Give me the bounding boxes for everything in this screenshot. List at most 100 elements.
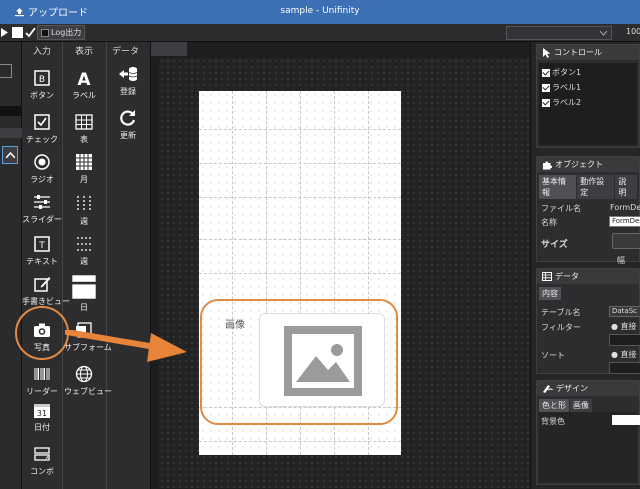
name-label: 名称 [541, 218, 557, 227]
size-width-field[interactable] [612, 233, 640, 249]
item-checkbox[interactable] [542, 98, 550, 107]
object-tabs: 基本情報 動作設定 説明 [539, 175, 637, 199]
palette-item-table[interactable]: 表 [64, 112, 104, 145]
log-label: Log出力 [51, 28, 82, 37]
tab-description[interactable]: 説明 [615, 175, 637, 199]
zoom-level: 100 [626, 27, 640, 36]
data-panel: データ 内容 テーブル名 DataSc フィルター ● 直接 ソート ● 直接 [536, 268, 640, 374]
item-checkbox[interactable] [542, 83, 550, 92]
palette-item-date[interactable]: 31 日付 [22, 400, 62, 433]
svg-text:B: B [39, 75, 45, 85]
tab-image[interactable]: 画像 [570, 399, 592, 412]
data-panel-header: データ [537, 269, 639, 284]
palette-item-month[interactable]: 月 [64, 152, 104, 185]
radio-icon [34, 154, 50, 170]
name-field[interactable]: FormDes [609, 216, 640, 227]
svg-text:31: 31 [37, 409, 47, 418]
filter-input[interactable] [609, 334, 640, 346]
control-panel-title: コントロール [554, 48, 602, 57]
button-icon: B [34, 70, 50, 86]
play-icon[interactable] [1, 28, 9, 37]
object-panel-header: オブジェクト [537, 157, 639, 172]
list-item[interactable]: ボタン1 [542, 67, 634, 78]
width-label: 幅 [617, 256, 625, 265]
background-color-label: 背景色 [541, 417, 565, 426]
strip-scroll-up[interactable] [0, 128, 22, 138]
sort-direct-radio[interactable]: ● 直接 [611, 349, 637, 360]
window-title: sample - Unifinity [280, 6, 360, 16]
strip-expand-button[interactable] [2, 146, 18, 164]
tab-basic-info[interactable]: 基本情報 [539, 175, 577, 199]
refresh-icon [120, 110, 136, 126]
stop-icon[interactable] [12, 27, 23, 38]
left-strip [0, 42, 22, 489]
log-output-toggle[interactable]: Log出力 [37, 25, 86, 40]
palette-item-slider[interactable]: スライダー [22, 192, 62, 225]
palette-item-handwriting[interactable]: 手書きビュー [22, 274, 70, 307]
label-icon: A [77, 70, 91, 88]
palette-icon [543, 385, 553, 393]
week-rows-icon [77, 237, 91, 251]
item-checkbox[interactable] [542, 68, 550, 77]
title-bar: アップロード sample - Unifinity [0, 0, 640, 24]
palette-item-week-columns[interactable]: 週 [64, 194, 104, 227]
palette-item-radio[interactable]: ラジオ [22, 152, 62, 185]
file-name-value: FormDes [610, 203, 640, 212]
text-icon: T [34, 236, 50, 252]
tab-content[interactable]: 内容 [539, 287, 561, 300]
tab-behavior[interactable]: 動作設定 [577, 175, 615, 199]
photo-highlight-circle [15, 306, 69, 360]
palette-item-combo[interactable]: コンボ [22, 444, 62, 477]
week-columns-icon [77, 196, 91, 212]
filter-direct-radio[interactable]: ● 直接 [611, 321, 637, 332]
device-dropdown[interactable] [506, 26, 612, 40]
object-properties: ファイル名 FormDes 名称 FormDes サイズ 幅 [537, 199, 640, 279]
sort-input[interactable] [609, 362, 640, 374]
log-checkbox[interactable] [41, 28, 49, 37]
palette-item-week-rows[interactable]: 週 [64, 234, 104, 267]
palette-item-label[interactable]: A ラベル [64, 68, 104, 101]
strip-bar [0, 106, 22, 116]
object-panel-title: オブジェクト [555, 160, 603, 169]
table-name-label: テーブル名 [541, 308, 581, 317]
component-palette: 入力 B ボタン チェック ラジオ スライダー T テキスト 手書きビュー 写真 [22, 42, 150, 489]
file-name-label: ファイル名 [541, 204, 581, 213]
list-item[interactable]: ラベル1 [542, 82, 634, 93]
palette-item-button[interactable]: B ボタン [22, 68, 62, 101]
data-panel-title: データ [555, 272, 579, 281]
palette-header-input: 入力 [33, 47, 52, 57]
table-name-field[interactable]: DataSc [609, 306, 640, 317]
size-label: サイズ [541, 240, 568, 250]
puzzle-icon [543, 160, 552, 169]
barcode-icon [34, 368, 50, 380]
calendar-icon: 31 [34, 404, 50, 418]
palette-item-update[interactable]: 更新 [108, 108, 148, 141]
design-tabs: 色と形 画像 [539, 399, 637, 412]
palette-header-data: データ [112, 47, 140, 57]
data-properties: テーブル名 DataSc フィルター ● 直接 ソート ● 直接 [537, 300, 640, 378]
palette-item-reader[interactable]: リーダー [22, 364, 62, 397]
design-panel-title: デザイン [556, 384, 588, 393]
strip-handle[interactable] [0, 64, 12, 78]
list-item[interactable]: ラベル2 [542, 97, 634, 108]
sort-label: ソート [541, 351, 565, 360]
chevron-down-icon [600, 31, 607, 36]
palette-item-checkbox[interactable]: チェック [22, 112, 62, 145]
palette-header-display: 表示 [75, 47, 94, 57]
palette-item-text[interactable]: T テキスト [22, 234, 62, 267]
month-grid-icon [76, 154, 92, 170]
design-properties: 背景色 [539, 412, 640, 482]
object-panel: オブジェクト 基本情報 動作設定 説明 ファイル名 FormDes 名称 For… [536, 156, 640, 265]
background-color-swatch[interactable] [612, 415, 640, 425]
design-panel-header: デザイン [537, 381, 639, 396]
palette-item-register[interactable]: 登録 [108, 64, 148, 97]
tab-color-shape[interactable]: 色と形 [539, 399, 569, 412]
toolbar: Log出力 100 [0, 24, 640, 42]
table-icon [542, 272, 552, 281]
drag-arrow-icon [65, 330, 187, 362]
control-panel-header: コントロール [537, 45, 639, 60]
canvas-tab[interactable] [151, 42, 187, 56]
check-icon[interactable] [25, 27, 36, 38]
palette-item-day[interactable]: 日 [64, 274, 104, 313]
control-panel: コントロール ボタン1 ラベル1 ラベル2 [536, 44, 640, 148]
